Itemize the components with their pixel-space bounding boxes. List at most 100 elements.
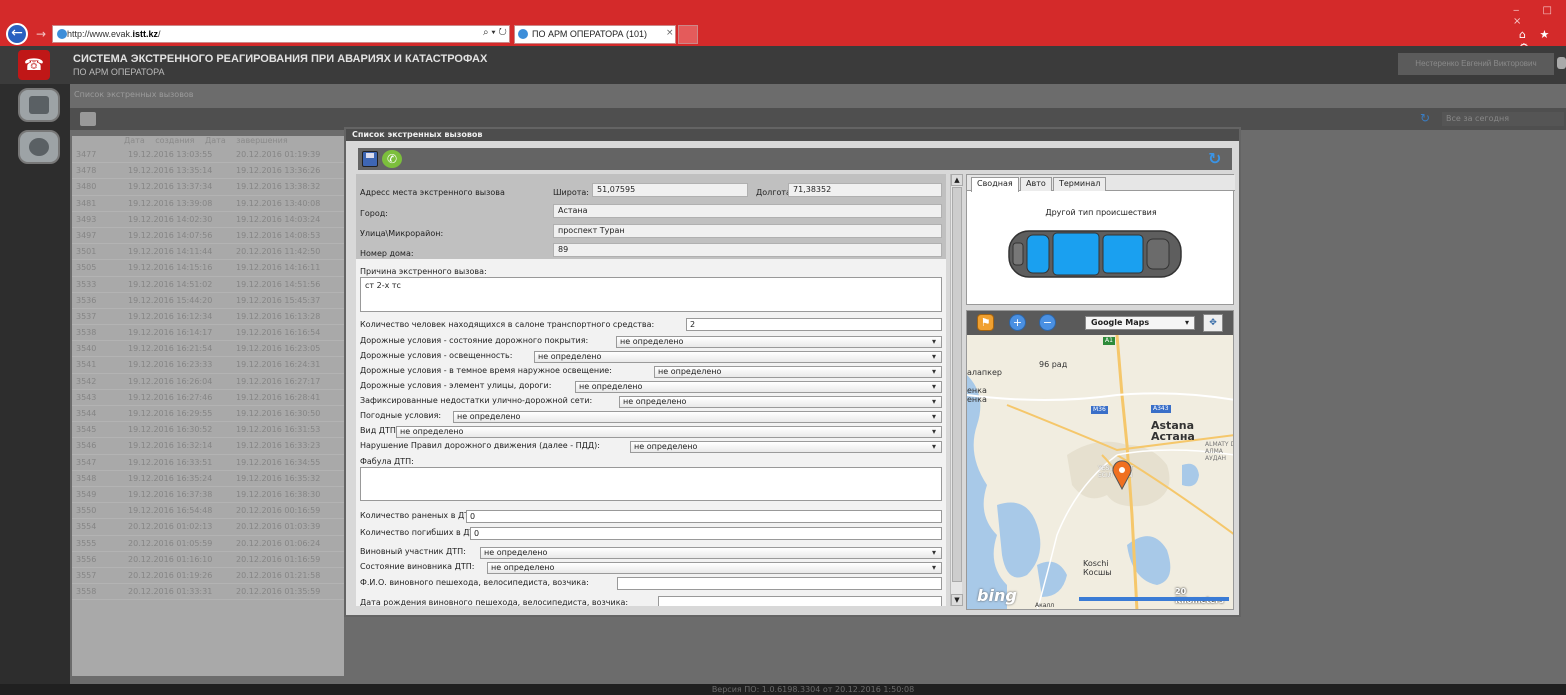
tab-summary[interactable]: Сводная xyxy=(971,177,1019,192)
table-row[interactable]: 3533 19.12.2016 14:51:02 19.12.2016 14:51:… xyxy=(72,277,344,293)
col-created[interactable]: Дата создания xyxy=(124,136,194,145)
table-row[interactable]: 3545 19.12.2016 16:30:52 19.12.2016 16:31:… xyxy=(72,422,344,439)
table-row[interactable]: 3556 20.12.2016 01:16:10 20.12.2016 01:16:… xyxy=(72,552,344,568)
table-row[interactable]: 3536 19.12.2016 15:44:20 19.12.2016 15:45:… xyxy=(72,293,344,309)
grid-header: Дата создания Дата завершения xyxy=(72,136,344,147)
table-row[interactable]: 3477 19.12.2016 13:03:55 20.12.2016 01:19:… xyxy=(72,147,344,164)
table-row[interactable]: 3550 19.12.2016 16:54:48 20.12.2016 00:16:… xyxy=(72,503,344,520)
table-row[interactable]: 3497 19.12.2016 14:07:56 19.12.2016 14:08:… xyxy=(72,228,344,245)
street-field[interactable]: проспект Туран xyxy=(553,224,942,238)
pedestrian-name-field[interactable] xyxy=(617,577,942,590)
road-cover-select[interactable]: не определено xyxy=(616,336,942,348)
nav-calls-button[interactable] xyxy=(18,88,60,122)
ie-icon xyxy=(57,29,67,39)
table-row[interactable]: 3541 19.12.2016 16:23:33 19.12.2016 16:24:… xyxy=(72,357,344,374)
table-row[interactable]: 3505 19.12.2016 14:15:16 19.12.2016 14:16:… xyxy=(72,260,344,277)
reason-field[interactable]: ст 2-х тс xyxy=(360,277,942,312)
table-row[interactable]: 3538 19.12.2016 16:14:17 19.12.2016 16:16:… xyxy=(72,325,344,342)
map-label-astana-cyr: Астана xyxy=(1151,430,1195,443)
table-row[interactable]: 3555 20.12.2016 01:05:59 20.12.2016 01:06:… xyxy=(72,536,344,552)
url-domain: istt.kz xyxy=(132,29,159,39)
table-row[interactable]: 3542 19.12.2016 16:26:04 19.12.2016 16:27:… xyxy=(72,374,344,390)
col-closed[interactable]: Дата завершения xyxy=(205,136,288,145)
culprit-select[interactable]: не определено xyxy=(480,547,942,559)
map-pin-icon[interactable]: ⚑ xyxy=(977,314,994,331)
accident-type-select[interactable]: не определено xyxy=(396,426,942,438)
user-name[interactable]: Нестеренко Евгений Викторович xyxy=(1398,53,1554,75)
violation-select[interactable]: не определено xyxy=(630,441,942,453)
table-row[interactable]: 3549 19.12.2016 16:37:38 19.12.2016 16:38:… xyxy=(72,487,344,504)
nav-settings-button[interactable] xyxy=(18,130,60,164)
killed-field[interactable]: 0 xyxy=(470,527,942,540)
cell-created: 19.12.2016 14:15:16 xyxy=(128,263,213,273)
table-row[interactable]: 3558 20.12.2016 01:33:31 20.12.2016 01:35:… xyxy=(72,584,344,601)
cell-created: 19.12.2016 13:03:55 xyxy=(128,150,213,159)
table-row[interactable]: 3537 19.12.2016 16:12:34 19.12.2016 16:13:… xyxy=(72,309,344,326)
app-title: СИСТЕМА ЭКСТРЕННОГО РЕАГИРОВАНИЯ ПРИ АВА… xyxy=(73,53,488,65)
tab-close-icon[interactable]: × xyxy=(666,28,674,38)
phone-icon[interactable]: ✆ xyxy=(382,150,402,168)
map-provider-select[interactable]: Google Maps xyxy=(1085,316,1195,330)
edit-icon[interactable] xyxy=(80,112,96,126)
table-row[interactable]: 3543 19.12.2016 16:27:46 19.12.2016 16:28:… xyxy=(72,390,344,406)
tab-auto[interactable]: Авто xyxy=(1020,177,1052,191)
cell-created: 20.12.2016 01:19:26 xyxy=(128,570,213,580)
cell-closed: 19.12.2016 16:38:30 xyxy=(236,489,321,499)
table-row[interactable]: 3481 19.12.2016 13:39:08 19.12.2016 13:40:… xyxy=(72,196,344,212)
address-bar[interactable]: http://www.evak.istt.kz/ xyxy=(52,25,510,43)
map-panel: ⚑ + − Google Maps ✥ A1 96 рад алапкер ен… xyxy=(966,310,1234,610)
lon-field[interactable]: 71,38352 xyxy=(788,183,942,197)
city-field[interactable]: Астана xyxy=(553,204,942,218)
form-scrollbar[interactable]: ▲ ▼ xyxy=(950,174,963,606)
map-label-aqsay: Акалл xyxy=(1035,602,1055,609)
cell-closed: 19.12.2016 16:30:50 xyxy=(236,409,321,418)
scroll-down-icon[interactable]: ▼ xyxy=(951,594,963,606)
map-label-koschi: Koschi Косшы xyxy=(1083,559,1112,577)
grid-rows: 3477 19.12.2016 13:03:55 20.12.2016 01:19:… xyxy=(72,147,344,601)
window-controls[interactable]: ‒ □ × xyxy=(1513,5,1566,27)
save-icon[interactable] xyxy=(362,151,378,167)
table-row[interactable]: 3480 19.12.2016 13:37:34 19.12.2016 13:38:… xyxy=(72,179,344,196)
back-icon[interactable]: ← xyxy=(6,23,28,45)
cell-closed: 19.12.2016 15:45:37 xyxy=(236,295,321,305)
scroll-up-icon[interactable]: ▲ xyxy=(951,174,963,186)
table-row[interactable]: 3548 19.12.2016 16:35:24 19.12.2016 16:35:… xyxy=(72,471,344,487)
browser-tab[interactable]: ПО АРМ ОПЕРАТОРА (101) xyxy=(514,25,676,44)
pedestrian-dob-field[interactable] xyxy=(658,596,942,606)
refresh-icon[interactable]: ↻ xyxy=(1208,150,1226,168)
plot-field[interactable] xyxy=(360,467,942,501)
list-filter-select[interactable]: Все за сегодня xyxy=(1442,112,1564,126)
table-row[interactable]: 3501 19.12.2016 14:11:44 20.12.2016 11:42:… xyxy=(72,244,344,261)
scroll-thumb[interactable] xyxy=(952,187,962,582)
tab-terminal[interactable]: Терминал xyxy=(1053,177,1107,191)
table-row[interactable]: 3544 19.12.2016 16:29:55 19.12.2016 16:30:… xyxy=(72,406,344,423)
forward-icon[interactable]: → xyxy=(36,27,46,41)
list-refresh-icon[interactable]: ↻ xyxy=(1420,111,1430,125)
new-tab-button[interactable] xyxy=(678,25,698,44)
lighting-select[interactable]: не определено xyxy=(534,351,942,363)
user-icon[interactable] xyxy=(1557,57,1566,69)
weather-select[interactable]: не определено xyxy=(453,411,942,423)
map-label-96rad: 96 рад xyxy=(1039,360,1068,369)
table-row[interactable]: 3554 20.12.2016 01:02:13 20.12.2016 01:03:… xyxy=(72,519,344,536)
table-row[interactable]: 3493 19.12.2016 14:02:30 19.12.2016 14:03:… xyxy=(72,212,344,228)
cell-closed: 20.12.2016 01:35:59 xyxy=(236,587,321,597)
location-pin-icon[interactable] xyxy=(1111,460,1133,490)
night-light-select[interactable]: не определено xyxy=(654,366,942,378)
lat-field[interactable]: 51,07595 xyxy=(592,183,748,197)
search-refresh-icons[interactable]: ⌕ ▾ ↻ xyxy=(483,27,507,38)
injured-field[interactable]: 0 xyxy=(466,510,942,523)
street-element-select[interactable]: не определено xyxy=(575,381,942,393)
table-row[interactable]: 3478 19.12.2016 13:35:14 19.12.2016 13:36:… xyxy=(72,163,344,180)
culprit-state-select[interactable]: не определено xyxy=(487,562,942,574)
zoom-out-icon[interactable]: − xyxy=(1039,314,1056,331)
table-row[interactable]: 3546 19.12.2016 16:32:14 19.12.2016 16:33:… xyxy=(72,438,344,455)
house-field[interactable]: 89 xyxy=(553,243,942,257)
expand-icon[interactable]: ✥ xyxy=(1203,314,1223,332)
defects-select[interactable]: не определено xyxy=(619,396,942,408)
table-row[interactable]: 3557 20.12.2016 01:19:26 20.12.2016 01:21:… xyxy=(72,568,344,585)
zoom-in-icon[interactable]: + xyxy=(1009,314,1026,331)
table-row[interactable]: 3547 19.12.2016 16:33:51 19.12.2016 16:34:… xyxy=(72,455,344,471)
table-row[interactable]: 3540 19.12.2016 16:21:54 19.12.2016 16:23:… xyxy=(72,341,344,358)
people-field[interactable]: 2 xyxy=(686,318,942,331)
